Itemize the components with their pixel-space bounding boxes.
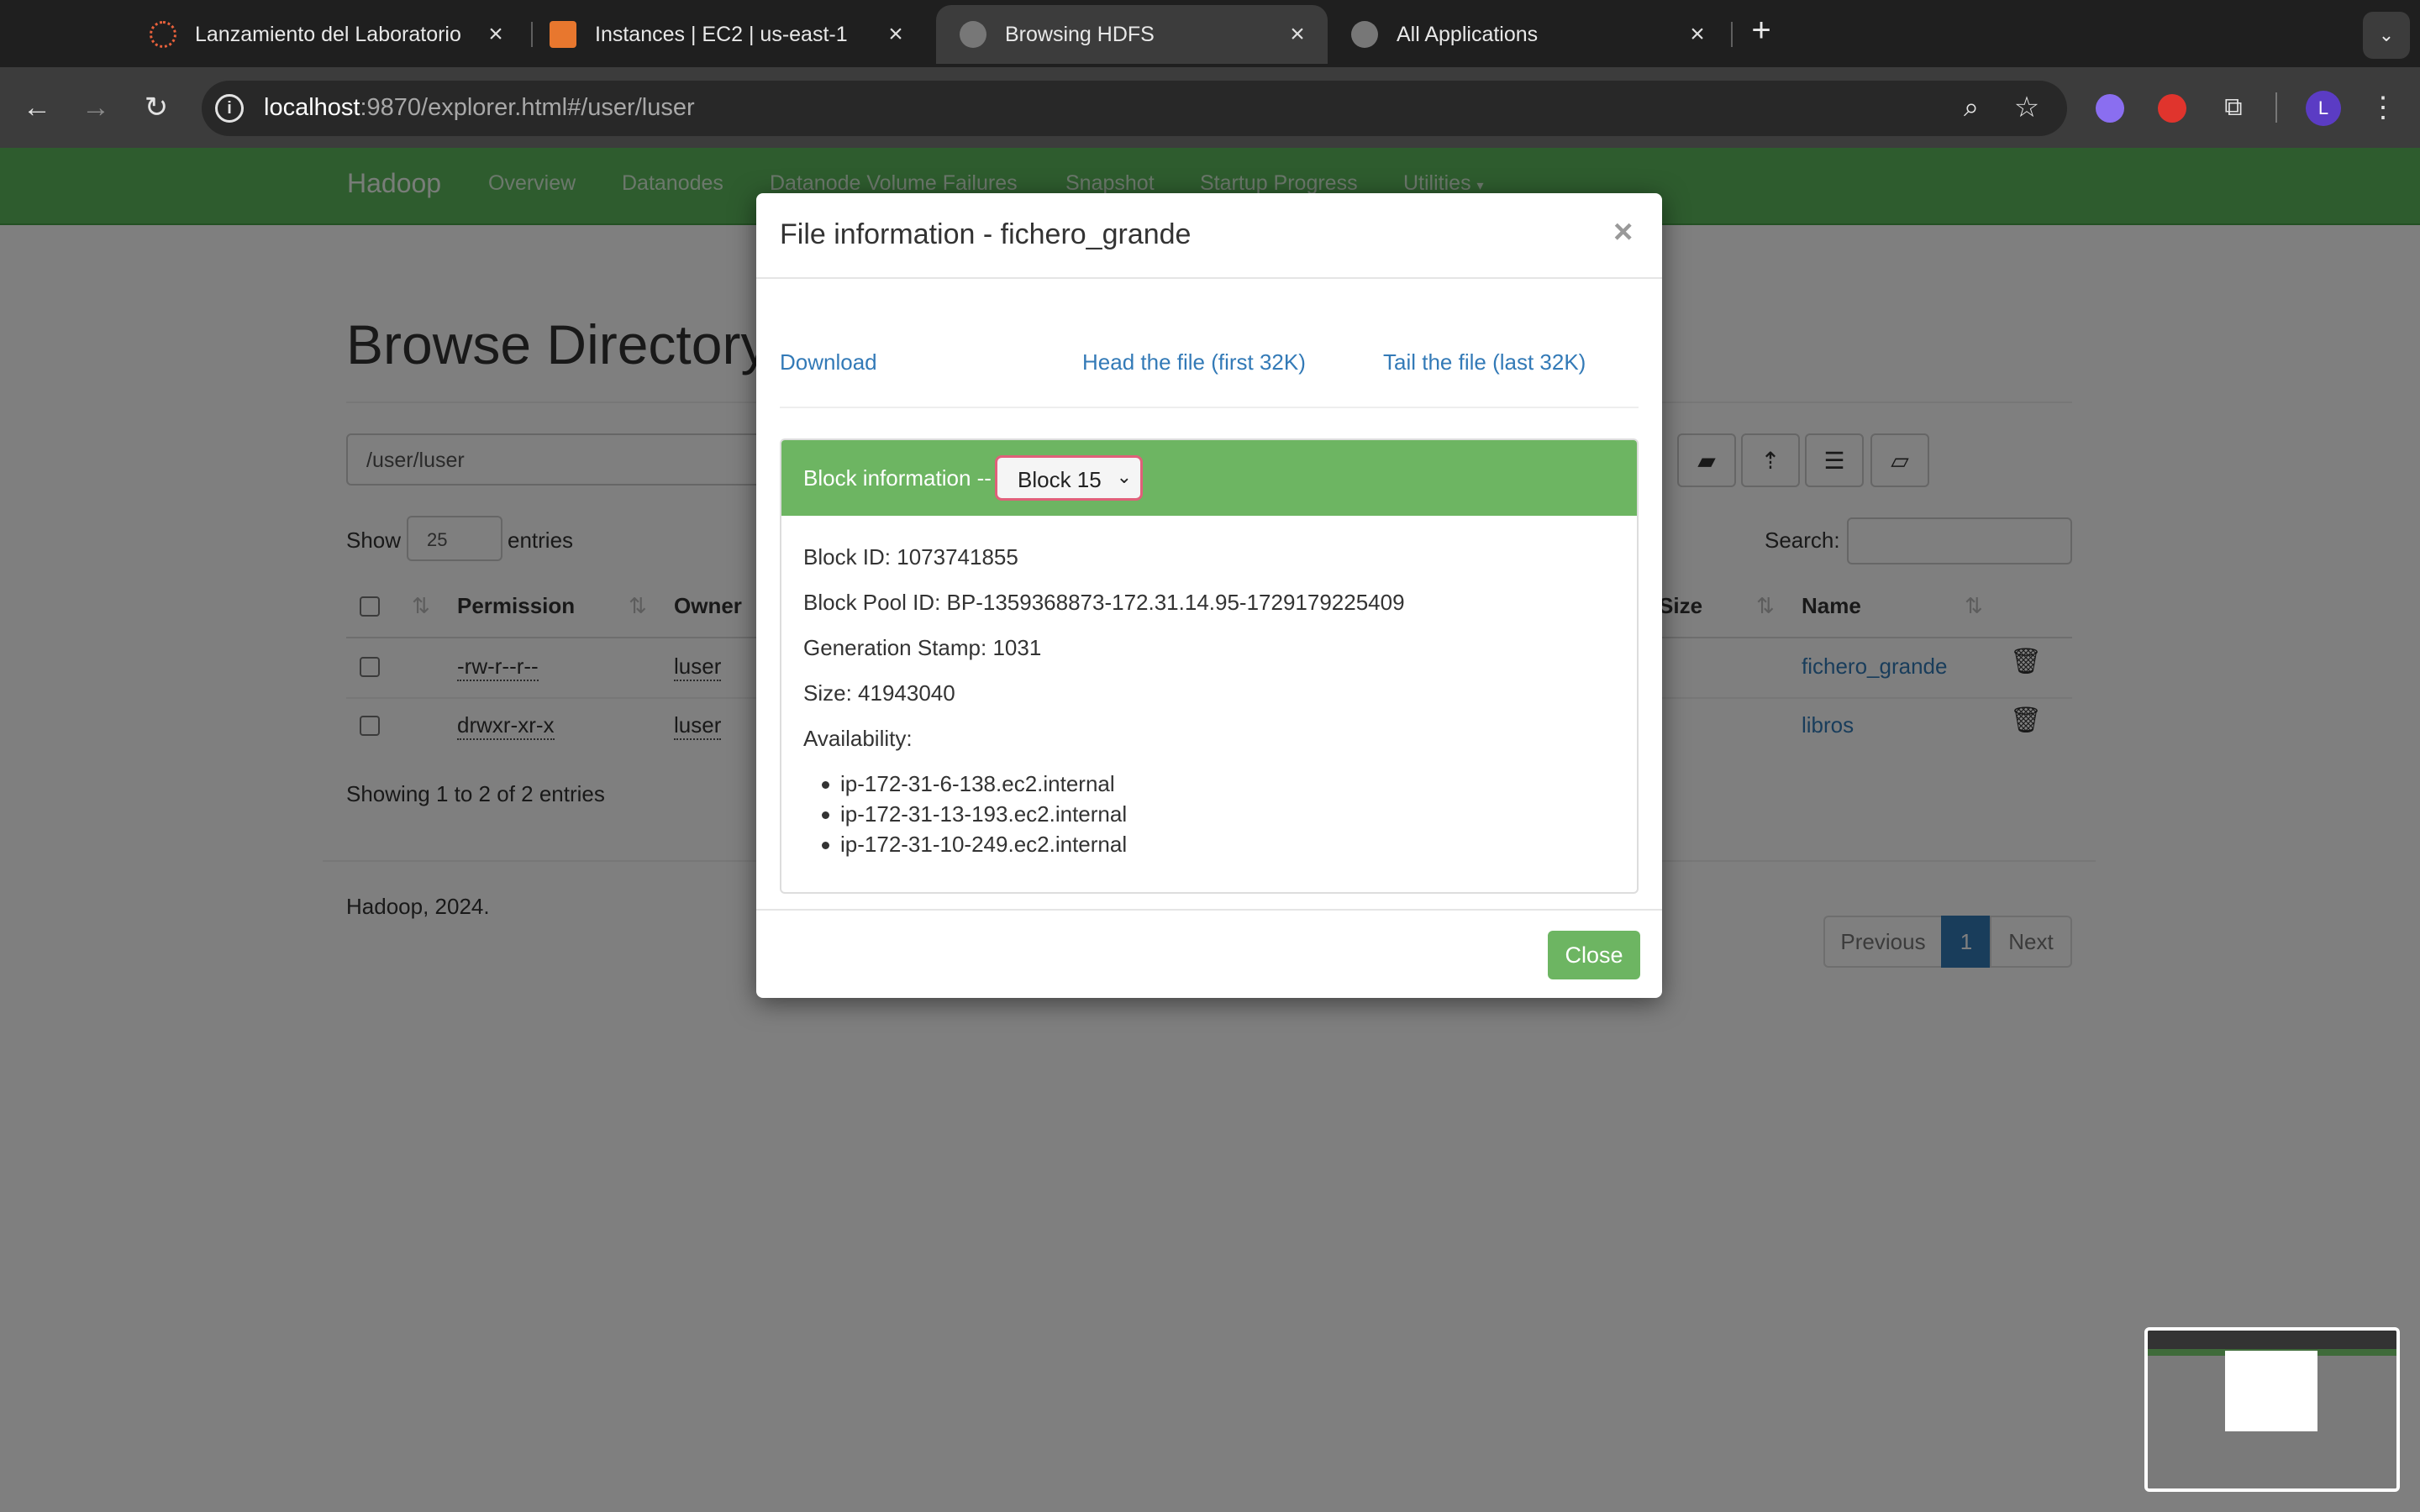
tab-all-applications[interactable]: All Applications × bbox=[1328, 5, 1728, 64]
modal-footer-divider bbox=[756, 909, 1662, 911]
globe-icon bbox=[960, 21, 986, 48]
tab-title: Instances | EC2 | us-east-1 bbox=[595, 22, 848, 46]
modal-title: File information - fichero_grande bbox=[780, 218, 1192, 250]
bookmark-star-icon[interactable]: ☆ bbox=[2003, 84, 2050, 131]
close-tab-icon[interactable]: × bbox=[479, 20, 513, 49]
block-id: Block ID: 1073741855 bbox=[803, 544, 1018, 570]
extension-gear-icon[interactable] bbox=[2096, 94, 2124, 123]
block-info-panel: Block information -- Block 15 ⌄ Block ID… bbox=[780, 438, 1639, 894]
tab-title: Lanzamiento del Laboratorio bbox=[195, 22, 461, 46]
tab-strip: Lanzamiento del Laboratorio × Instances … bbox=[0, 0, 2420, 67]
toolbar-divider bbox=[2275, 92, 2277, 123]
chevron-down-icon: ⌄ bbox=[1116, 466, 1132, 487]
screen-preview-thumbnail[interactable] bbox=[2144, 1327, 2400, 1492]
modal-close-icon[interactable]: × bbox=[1613, 213, 1633, 251]
links-divider bbox=[780, 407, 1639, 408]
block-info-header: Block information -- Block 15 ⌄ bbox=[781, 440, 1637, 516]
address-url[interactable]: localhost:9870/explorer.html#/user/luser bbox=[264, 94, 695, 122]
menu-kebab-icon[interactable]: ⋮ bbox=[2360, 84, 2407, 131]
tab-browsing-hdfs[interactable]: Browsing HDFS × bbox=[936, 5, 1328, 64]
availability-host: ip-172-31-6-138.ec2.internal bbox=[822, 771, 1115, 796]
availability-host: ip-172-31-10-249.ec2.internal bbox=[821, 832, 1128, 857]
zoom-icon[interactable]: ⌕ bbox=[1948, 84, 1995, 131]
hdfs-page: Hadoop Overview Datanodes Datanode Volum… bbox=[0, 148, 2420, 1512]
tab-divider bbox=[1731, 22, 1733, 47]
profile-avatar[interactable]: L bbox=[2306, 91, 2341, 126]
globe-icon bbox=[1351, 21, 1378, 48]
tab-instances[interactable]: Instances | EC2 | us-east-1 × bbox=[526, 5, 926, 64]
ec2-icon bbox=[550, 21, 576, 48]
aws-academy-icon bbox=[150, 21, 176, 48]
block-pool-id: Block Pool ID: BP-1359368873-172.31.14.9… bbox=[803, 590, 1405, 615]
extension-block-icon[interactable] bbox=[2158, 94, 2186, 123]
close-tab-icon[interactable]: × bbox=[879, 20, 913, 49]
thumbnail-chrome bbox=[2148, 1331, 2396, 1349]
tab-title: Browsing HDFS bbox=[1005, 22, 1155, 46]
modal-header-divider bbox=[756, 277, 1662, 279]
tab-title: All Applications bbox=[1397, 22, 1539, 46]
file-info-modal: File information - fichero_grande × Down… bbox=[756, 193, 1662, 998]
new-tab-icon[interactable]: + bbox=[1743, 12, 1780, 55]
availability-host: ip-172-31-13-193.ec2.internal bbox=[821, 801, 1128, 827]
block-select[interactable]: Block 15 ⌄ bbox=[995, 455, 1143, 501]
block-size: Size: 41943040 bbox=[803, 680, 955, 706]
site-info-icon[interactable]: i bbox=[215, 94, 244, 123]
close-tab-icon[interactable]: × bbox=[1281, 20, 1314, 49]
block-info-label: Block information -- bbox=[803, 465, 992, 491]
download-link[interactable]: Download bbox=[780, 349, 877, 375]
url-host: localhost bbox=[264, 94, 360, 121]
back-icon[interactable]: ← bbox=[13, 84, 60, 131]
generation-stamp: Generation Stamp: 1031 bbox=[803, 635, 1042, 660]
reload-icon[interactable]: ↻ bbox=[133, 84, 180, 131]
thumbnail-modal bbox=[2225, 1351, 2317, 1431]
block-select-value: Block 15 bbox=[1018, 467, 1102, 492]
head-file-link[interactable]: Head the file (first 32K) bbox=[1082, 349, 1306, 375]
tab-search-icon[interactable]: ⌄ bbox=[2363, 12, 2410, 59]
extensions-puzzle-icon[interactable]: ⧉ bbox=[2210, 84, 2257, 131]
close-tab-icon[interactable]: × bbox=[1681, 20, 1714, 49]
tail-file-link[interactable]: Tail the file (last 32K) bbox=[1383, 349, 1586, 375]
url-path: :9870/explorer.html#/user/luser bbox=[360, 94, 695, 121]
forward-icon[interactable]: → bbox=[72, 84, 119, 131]
availability-label: Availability: bbox=[803, 726, 913, 751]
close-button[interactable]: Close bbox=[1548, 931, 1640, 979]
tab-lanzamiento[interactable]: Lanzamiento del Laboratorio × bbox=[126, 5, 526, 64]
